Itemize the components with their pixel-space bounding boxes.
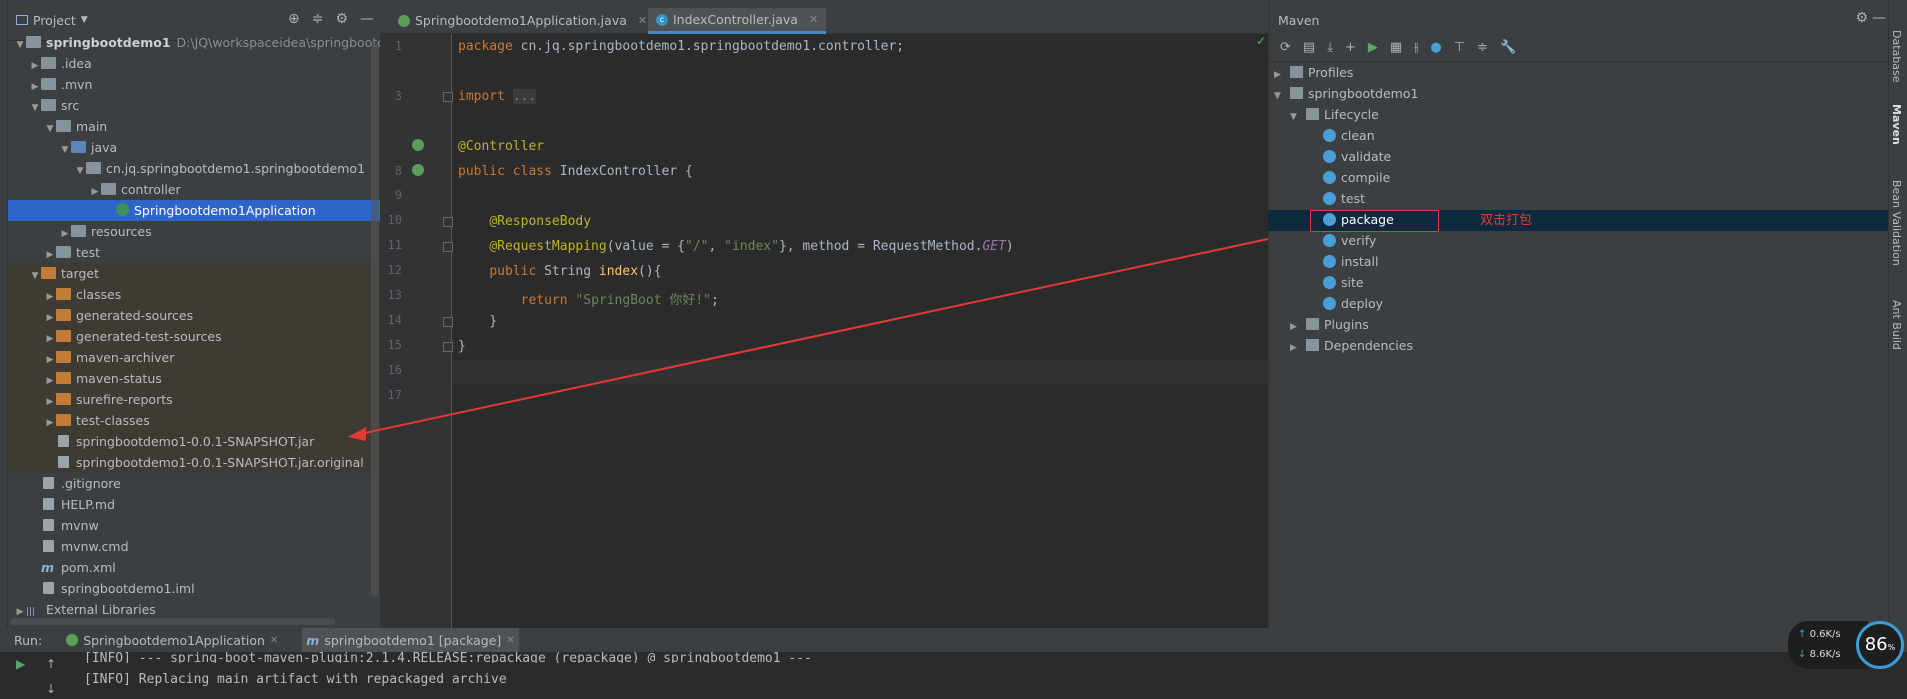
up-arrow-icon[interactable]: ↑ bbox=[46, 657, 56, 671]
rerun-icon[interactable]: ▶ bbox=[16, 657, 25, 671]
network-speed-widget: ↑ 0.6K/s ↓ 8.6K/s 86% bbox=[1788, 621, 1904, 669]
spring-class-icon bbox=[66, 634, 79, 646]
close-icon[interactable]: ✕ bbox=[506, 635, 514, 646]
run-toolbar: Run: Springbootdemo1Application ✕ m spri… bbox=[0, 628, 1907, 652]
download-speed: 8.6K/s bbox=[1809, 649, 1841, 660]
up-icon: ↑ bbox=[1798, 629, 1807, 640]
close-icon[interactable]: ✕ bbox=[270, 635, 278, 646]
gauge-value: 86 bbox=[1864, 634, 1888, 655]
database-tab[interactable]: Database bbox=[1890, 30, 1903, 83]
upload-speed: 0.6K/s bbox=[1809, 629, 1841, 640]
run-label: Run: bbox=[14, 632, 43, 648]
ant-build-tab[interactable]: Ant Build bbox=[1890, 300, 1903, 350]
console-line: [INFO] --- spring-boot-maven-plugin:2.1.… bbox=[84, 651, 812, 663]
run-tab-label: Springbootdemo1Application bbox=[83, 632, 265, 648]
console-line: [INFO] Replacing main artifact with repa… bbox=[84, 672, 507, 687]
down-icon: ↓ bbox=[1798, 649, 1807, 660]
bean-validation-tab[interactable]: Bean Validation bbox=[1890, 180, 1903, 266]
annotation-arrow bbox=[348, 238, 1269, 441]
gauge-unit: % bbox=[1887, 643, 1896, 652]
maven-icon: m bbox=[306, 632, 320, 648]
cpu-gauge: 86% bbox=[1856, 621, 1904, 669]
down-arrow-icon[interactable]: ↓ bbox=[46, 682, 56, 696]
run-tab-package[interactable]: m springbootdemo1 [package] ✕ bbox=[302, 628, 519, 652]
run-tab-label: springbootdemo1 [package] bbox=[324, 632, 502, 648]
maven-tab[interactable]: Maven bbox=[1890, 104, 1903, 145]
run-tab-application[interactable]: Springbootdemo1Application ✕ bbox=[62, 628, 282, 652]
